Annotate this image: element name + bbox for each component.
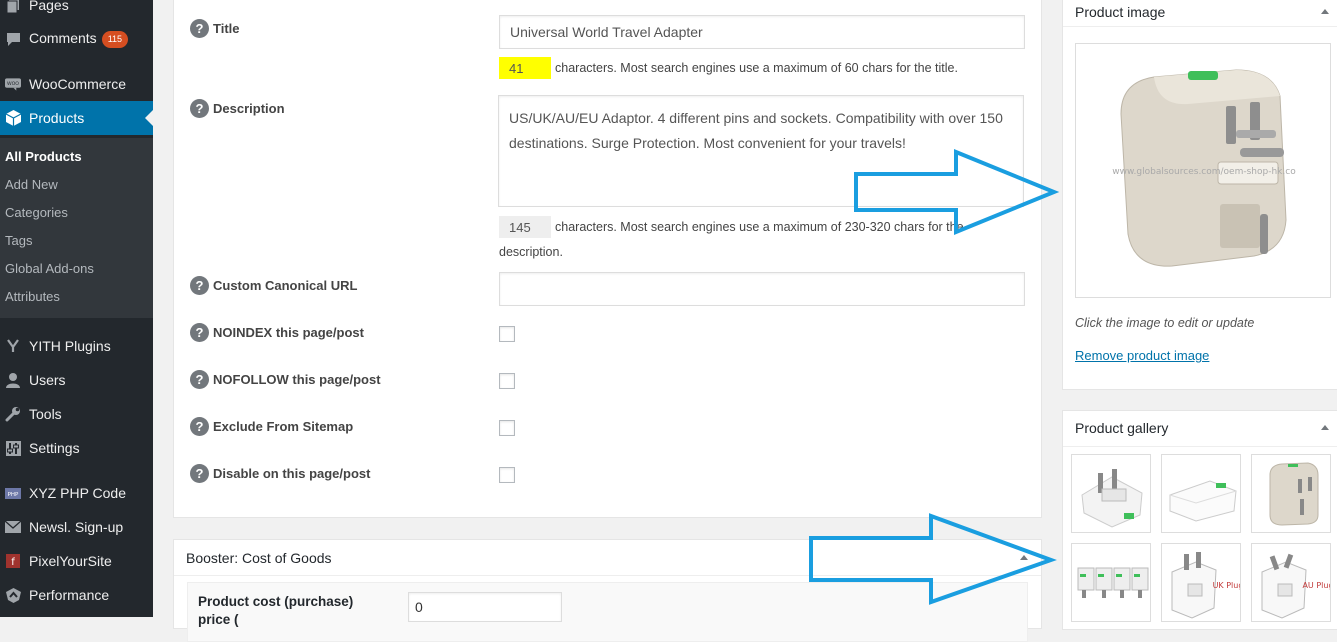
exclude-sitemap-checkbox[interactable] bbox=[499, 420, 515, 436]
sidebar-item-label: XYZ PHP Code bbox=[29, 485, 127, 501]
submenu-item-attributes[interactable]: Attributes bbox=[5, 289, 60, 304]
seo-title-input[interactable]: Universal World Travel Adapter bbox=[499, 15, 1025, 49]
users-icon bbox=[5, 372, 21, 388]
submenu-item-all-products[interactable]: All Products bbox=[5, 149, 82, 164]
noindex-checkbox[interactable] bbox=[499, 326, 515, 342]
sidebar-item-label: Products bbox=[29, 110, 85, 126]
thumb-caption: AU Plug bbox=[1302, 581, 1331, 590]
edit-image-hint: Click the image to edit or update bbox=[1075, 316, 1255, 330]
gallery-thumbnail[interactable] bbox=[1161, 454, 1241, 533]
product-cost-input[interactable]: 0 bbox=[408, 592, 562, 622]
noindex-label: NOINDEX this page/post bbox=[213, 325, 364, 340]
svg-text:PHP: PHP bbox=[8, 492, 19, 498]
sidebar-item-label: Comments bbox=[29, 30, 97, 47]
envelope-icon bbox=[5, 519, 21, 535]
image-watermark: www.globalsources.com/oem-shop-hk.co bbox=[1112, 167, 1296, 177]
product-image-title: Product image bbox=[1075, 4, 1166, 20]
disable-checkbox[interactable] bbox=[499, 467, 515, 483]
description-char-counter: 145 bbox=[499, 216, 551, 238]
help-icon[interactable]: ? bbox=[190, 276, 209, 295]
seo-meta-panel: ? Title Universal World Travel Adapter 4… bbox=[173, 0, 1042, 518]
sidebar-item-yith-plugins[interactable]: YITH Plugins bbox=[0, 329, 153, 363]
admin-sidebar: Pages Comments 115 WOO WooCommerce Produc… bbox=[0, 0, 153, 617]
sidebar-item-label: PixelYourSite bbox=[29, 553, 112, 569]
pixelyoursite-icon: f bbox=[5, 553, 21, 569]
annotation-arrow-icon bbox=[854, 149, 1060, 235]
sidebar-item-label: WooCommerce bbox=[29, 76, 126, 92]
sidebar-item-xyz-php-code[interactable]: PHP XYZ PHP Code bbox=[0, 476, 153, 510]
performance-icon bbox=[5, 587, 21, 603]
title-label: Title bbox=[213, 21, 240, 36]
comments-icon bbox=[5, 31, 21, 47]
submenu-item-tags[interactable]: Tags bbox=[5, 233, 32, 248]
sidebar-item-performance[interactable]: Performance bbox=[0, 578, 153, 612]
sidebar-item-users[interactable]: Users bbox=[0, 363, 153, 397]
exclude-sitemap-label: Exclude From Sitemap bbox=[213, 419, 354, 434]
annotation-arrow-icon bbox=[809, 513, 1057, 605]
yith-icon bbox=[5, 338, 21, 354]
sidebar-item-label: Pages bbox=[29, 0, 69, 13]
canonical-url-label: Custom Canonical URL bbox=[213, 278, 358, 293]
woocommerce-icon: WOO bbox=[5, 76, 21, 92]
description-hint-cont: description. bbox=[499, 245, 563, 259]
title-char-counter: 41 bbox=[499, 57, 551, 79]
gallery-thumbnail[interactable]: UK Plug bbox=[1161, 543, 1241, 622]
product-image-box: Product image www.globalsources.com/oem-… bbox=[1062, 0, 1337, 390]
submenu-item-add-new[interactable]: Add New bbox=[5, 177, 58, 192]
sidebar-item-pages[interactable]: Pages bbox=[0, 0, 153, 22]
sidebar-item-pixelyoursite[interactable]: f PixelYourSite bbox=[0, 544, 153, 578]
sidebar-item-comments[interactable]: Comments 115 bbox=[0, 22, 153, 56]
sidebar-item-label: Newsl. Sign-up bbox=[29, 519, 124, 535]
svg-text:f: f bbox=[11, 557, 15, 568]
php-icon: PHP bbox=[5, 485, 21, 501]
travel-adapter-image: www.globalsources.com/oem-shop-hk.co bbox=[1112, 69, 1296, 267]
help-icon[interactable]: ? bbox=[190, 370, 209, 389]
products-icon bbox=[5, 110, 21, 126]
canonical-url-input[interactable] bbox=[499, 272, 1025, 306]
remove-product-image-link[interactable]: Remove product image bbox=[1075, 348, 1209, 363]
title-hint: characters. Most search engines use a ma… bbox=[555, 61, 958, 75]
gallery-thumbnail[interactable] bbox=[1071, 454, 1151, 533]
gallery-thumbnail[interactable] bbox=[1251, 454, 1331, 533]
sidebar-item-label: Performance bbox=[29, 587, 110, 603]
product-cost-label: Product cost (purchase) bbox=[198, 594, 354, 609]
help-icon[interactable]: ? bbox=[190, 417, 209, 436]
help-icon[interactable]: ? bbox=[190, 464, 209, 483]
help-icon[interactable]: ? bbox=[190, 19, 209, 38]
help-icon[interactable]: ? bbox=[190, 323, 209, 342]
sidebar-item-woocommerce[interactable]: WOO WooCommerce bbox=[0, 67, 153, 101]
submenu-item-global-add-ons[interactable]: Global Add-ons bbox=[5, 261, 94, 276]
product-image-thumbnail[interactable]: www.globalsources.com/oem-shop-hk.co bbox=[1075, 43, 1331, 298]
sidebar-item-tools[interactable]: Tools bbox=[0, 397, 153, 431]
nofollow-checkbox[interactable] bbox=[499, 373, 515, 389]
collapse-arrow-icon[interactable] bbox=[1321, 425, 1329, 430]
product-gallery-title: Product gallery bbox=[1075, 420, 1169, 436]
sidebar-item-label: Users bbox=[29, 372, 66, 388]
pages-icon bbox=[5, 0, 21, 13]
product-cost-label-cont: price ( bbox=[198, 612, 239, 627]
submenu-item-categories[interactable]: Categories bbox=[5, 205, 68, 220]
svg-text:WOO: WOO bbox=[7, 80, 19, 86]
sidebar-item-settings[interactable]: Settings bbox=[0, 431, 153, 465]
sidebar-item-label: YITH Plugins bbox=[29, 338, 111, 354]
product-image-header[interactable]: Product image bbox=[1063, 0, 1337, 27]
booster-title: Booster: Cost of Goods bbox=[186, 550, 332, 566]
product-gallery-header[interactable]: Product gallery bbox=[1063, 411, 1337, 447]
gallery-thumbnail[interactable]: AU Plug bbox=[1251, 543, 1331, 622]
product-gallery-box: Product gallery UK Plug AU Plug bbox=[1062, 410, 1337, 630]
thumb-caption: UK Plug bbox=[1213, 581, 1241, 590]
help-icon[interactable]: ? bbox=[190, 99, 209, 118]
sidebar-item-newsletter-signup[interactable]: Newsl. Sign-up bbox=[0, 510, 153, 544]
description-label: Description bbox=[213, 101, 285, 116]
sidebar-item-label: Tools bbox=[29, 406, 62, 422]
collapse-arrow-icon[interactable] bbox=[1321, 9, 1329, 14]
sidebar-item-products[interactable]: Products bbox=[0, 101, 153, 135]
gallery-thumbnail[interactable] bbox=[1071, 543, 1151, 622]
settings-icon bbox=[5, 440, 21, 456]
wrench-icon bbox=[5, 406, 21, 422]
disable-label: Disable on this page/post bbox=[213, 466, 371, 481]
sidebar-item-label: Settings bbox=[29, 440, 80, 456]
comment-count-badge: 115 bbox=[101, 30, 129, 48]
nofollow-label: NOFOLLOW this page/post bbox=[213, 372, 381, 387]
